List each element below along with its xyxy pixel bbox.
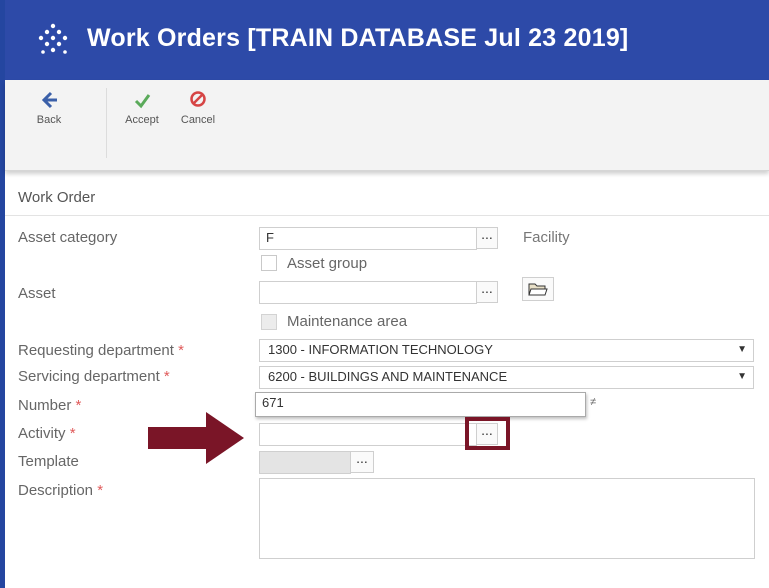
description-textarea[interactable]: [259, 478, 755, 559]
asset-category-lookup-button[interactable]: ...: [476, 227, 498, 249]
number-label: Number *: [18, 397, 81, 414]
requesting-department-value: 1300 - INFORMATION TECHNOLOGY: [268, 342, 493, 357]
servicing-department-label-text: Servicing department: [18, 368, 160, 385]
asset-group-checkbox[interactable]: [261, 255, 277, 271]
maintenance-area-label: Maintenance area: [287, 313, 408, 330]
template-lookup-button[interactable]: ...: [350, 451, 374, 473]
template-label: Template: [18, 453, 79, 470]
back-label: Back: [36, 114, 62, 126]
cancel-label: Cancel: [180, 114, 216, 126]
auto-number-icon[interactable]: ≠: [590, 396, 596, 408]
arrow-left-icon: [41, 91, 57, 109]
toolbar-separator: [106, 88, 107, 158]
requesting-department-label-text: Requesting department: [18, 342, 174, 359]
page-title: Work Orders [TRAIN DATABASE Jul 23 2019]: [87, 24, 629, 52]
title-bar: Work Orders [TRAIN DATABASE Jul 23 2019]: [5, 0, 769, 80]
asset-category-description: Facility: [523, 229, 570, 246]
dropdown-arrow-icon: ▼: [737, 371, 747, 382]
folder-open-icon: [528, 283, 548, 296]
number-input[interactable]: 671: [255, 392, 586, 417]
servicing-department-label: Servicing department *: [18, 368, 170, 385]
required-marker: *: [163, 368, 170, 385]
required-marker: *: [75, 397, 82, 414]
description-label: Description *: [18, 482, 103, 499]
requesting-department-select[interactable]: 1300 - INFORMATION TECHNOLOGY ▼: [259, 339, 754, 362]
app-window: Work Orders [TRAIN DATABASE Jul 23 2019]…: [0, 0, 769, 588]
activity-label-text: Activity: [18, 425, 66, 442]
number-label-text: Number: [18, 397, 72, 414]
asset-category-label: Asset category: [18, 229, 118, 246]
annotation-arrow-icon: [148, 412, 244, 464]
activity-label: Activity *: [18, 425, 76, 442]
section-divider: [5, 215, 769, 216]
requesting-department-label: Requesting department *: [18, 342, 184, 359]
servicing-department-select[interactable]: 6200 - BUILDINGS AND MAINTENANCE ▼: [259, 366, 754, 389]
description-label-text: Description: [18, 482, 94, 499]
asset-label: Asset: [18, 285, 56, 302]
required-marker: *: [69, 425, 76, 442]
accept-button[interactable]: Accept: [119, 86, 165, 156]
activity-input[interactable]: [259, 423, 477, 446]
prohibited-icon: [190, 91, 206, 107]
asset-category-input[interactable]: F: [259, 227, 477, 250]
asset-group-label: Asset group: [287, 255, 368, 272]
template-input[interactable]: [259, 451, 351, 474]
cancel-button[interactable]: Cancel: [175, 86, 221, 156]
asset-input[interactable]: [259, 281, 477, 304]
servicing-department-value: 6200 - BUILDINGS AND MAINTENANCE: [268, 369, 508, 384]
asset-browse-button[interactable]: [522, 277, 554, 301]
section-title: Work Order: [18, 189, 96, 206]
back-button[interactable]: Back: [29, 86, 69, 156]
app-logo-icon: [38, 23, 68, 54]
required-marker: *: [178, 342, 184, 359]
toolbar: Back Accept Cancel: [5, 80, 769, 171]
checkmark-icon: [134, 94, 151, 109]
asset-lookup-button[interactable]: ...: [476, 281, 498, 303]
highlight-box: [465, 417, 510, 450]
required-marker: *: [97, 482, 104, 499]
accept-label: Accept: [125, 114, 159, 126]
maintenance-area-checkbox[interactable]: [261, 314, 277, 330]
dropdown-arrow-icon: ▼: [737, 344, 747, 355]
